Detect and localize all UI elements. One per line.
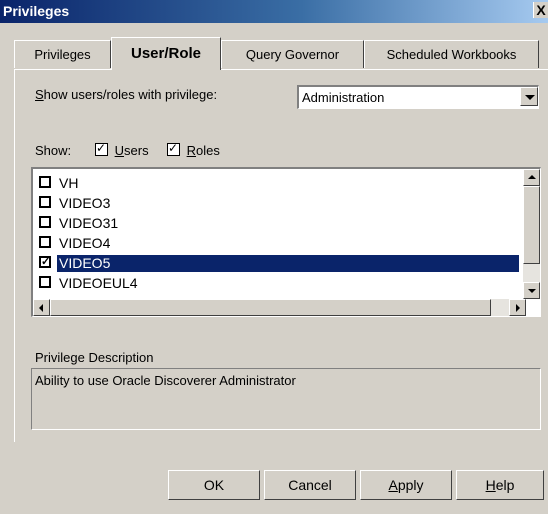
window-title: Privileges bbox=[3, 3, 70, 19]
scroll-left-button[interactable] bbox=[33, 299, 50, 316]
item-checkbox[interactable]: ✓ bbox=[39, 256, 51, 268]
arrow-right-icon bbox=[516, 304, 520, 312]
cancel-button[interactable]: Cancel bbox=[264, 470, 356, 500]
close-button[interactable]: X bbox=[533, 2, 548, 18]
privilege-dropdown-value: Administration bbox=[302, 90, 385, 105]
privilege-description-box: Ability to use Oracle Discoverer Adminis… bbox=[31, 368, 541, 430]
ok-button[interactable]: OK bbox=[168, 470, 260, 500]
vertical-scroll-thumb[interactable] bbox=[523, 186, 540, 264]
users-checkbox-box[interactable]: ✓ bbox=[95, 141, 108, 156]
dropdown-button[interactable] bbox=[520, 87, 538, 106]
list-item[interactable]: VIDEO3 bbox=[33, 193, 523, 213]
item-checkbox[interactable] bbox=[39, 276, 51, 288]
scroll-right-button[interactable] bbox=[509, 299, 526, 316]
privilege-description-label: Privilege Description bbox=[35, 350, 154, 365]
roles-checkbox-box[interactable]: ✓ bbox=[167, 141, 180, 156]
help-button[interactable]: Help bbox=[456, 470, 544, 500]
arrow-left-icon bbox=[39, 304, 43, 312]
item-checkbox[interactable] bbox=[39, 216, 51, 228]
privilege-filter-label: Show users/roles with privilege: bbox=[35, 87, 218, 102]
tab-privileges[interactable]: Privileges bbox=[14, 40, 111, 68]
list-item[interactable]: VH bbox=[33, 173, 523, 193]
arrow-up-icon bbox=[528, 175, 536, 179]
chevron-down-icon bbox=[525, 95, 535, 100]
horizontal-scrollbar[interactable] bbox=[33, 299, 526, 316]
tab-strip: Privileges User/Role Query Governor Sche… bbox=[14, 37, 548, 70]
title-bar[interactable]: Privileges X bbox=[0, 0, 548, 23]
apply-button[interactable]: Apply bbox=[360, 470, 452, 500]
item-checkbox[interactable] bbox=[39, 196, 51, 208]
scroll-up-button[interactable] bbox=[523, 169, 540, 186]
close-icon: X bbox=[536, 2, 546, 18]
show-label: Show: bbox=[35, 143, 72, 158]
user-role-list[interactable]: VH VIDEO3 VIDEO31 VIDEO4 ✓ VIDEO5 VIDEOE… bbox=[31, 167, 541, 317]
list-item-selected[interactable]: ✓ VIDEO5 bbox=[33, 253, 523, 273]
tab-query-governor[interactable]: Query Governor bbox=[221, 40, 364, 68]
privilege-dropdown[interactable]: Administration bbox=[297, 85, 539, 109]
roles-checkbox-label: Roles bbox=[186, 143, 220, 158]
check-icon: ✓ bbox=[168, 141, 179, 155]
users-checkbox-label: Users bbox=[114, 143, 149, 158]
privilege-description-text: Ability to use Oracle Discoverer Adminis… bbox=[35, 373, 296, 388]
scroll-down-button[interactable] bbox=[523, 282, 540, 299]
arrow-down-icon bbox=[528, 289, 536, 293]
list-item[interactable]: VIDEOEUL4 bbox=[33, 273, 523, 293]
list-item[interactable]: VIDEO4 bbox=[33, 233, 523, 253]
tab-scheduled-workbooks[interactable]: Scheduled Workbooks bbox=[364, 40, 539, 68]
check-icon: ✓ bbox=[41, 256, 51, 268]
horizontal-scroll-thumb[interactable] bbox=[50, 299, 491, 316]
vertical-scrollbar[interactable] bbox=[523, 169, 540, 299]
item-checkbox[interactable] bbox=[39, 236, 51, 248]
item-checkbox[interactable] bbox=[39, 176, 51, 188]
tab-user-role[interactable]: User/Role bbox=[111, 37, 221, 70]
check-icon: ✓ bbox=[96, 141, 107, 155]
list-item[interactable]: VIDEO31 bbox=[33, 213, 523, 233]
roles-checkbox[interactable]: ✓ Roles bbox=[167, 141, 220, 158]
users-checkbox[interactable]: ✓ Users bbox=[95, 141, 149, 158]
